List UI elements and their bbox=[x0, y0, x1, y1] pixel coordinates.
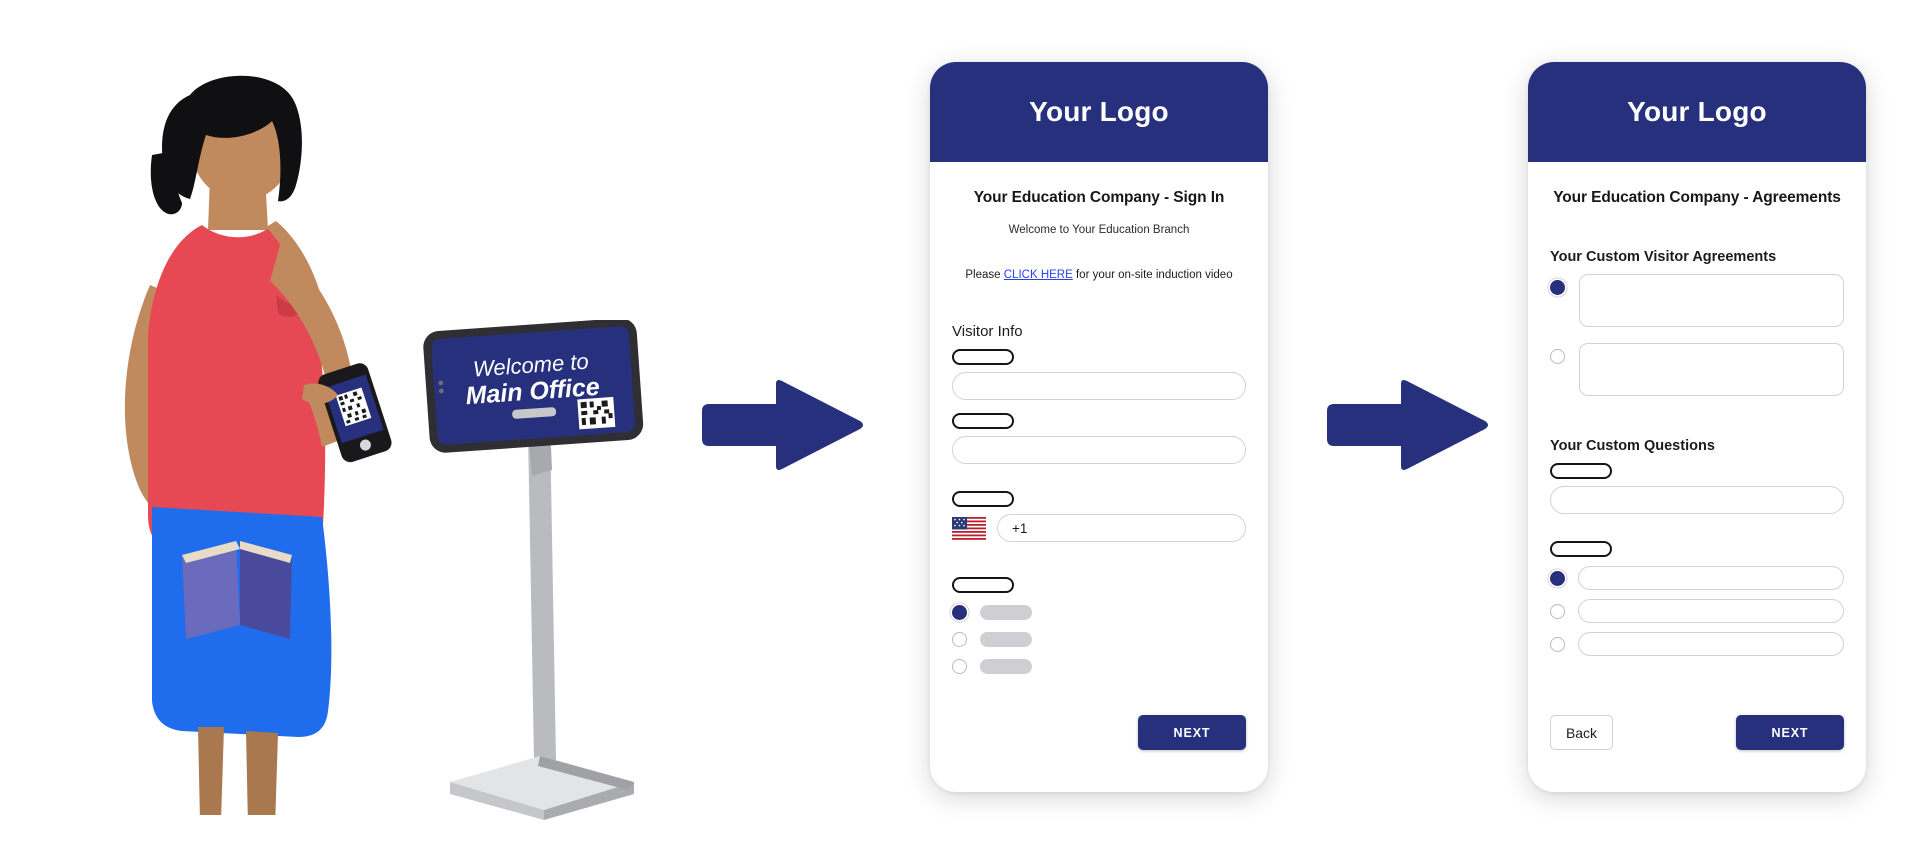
agreement-text-box[interactable] bbox=[1579, 274, 1844, 327]
agreement-text-box[interactable] bbox=[1579, 343, 1844, 396]
visitor-info-heading: Visitor Info bbox=[952, 323, 1023, 340]
field-label-placeholder bbox=[952, 413, 1014, 429]
radio-option[interactable] bbox=[952, 632, 1246, 647]
question-option-box[interactable] bbox=[1578, 599, 1844, 623]
signin-form-subtitle: Welcome to Your Education Branch bbox=[1008, 224, 1190, 236]
radio-option-list bbox=[952, 605, 1246, 674]
signin-button-bar: NEXT bbox=[952, 715, 1246, 750]
agreements-form-title: Your Education Company - Agreements bbox=[1553, 189, 1841, 206]
induction-suffix: for your on-site induction video bbox=[1072, 269, 1233, 281]
agreement-radio-selected[interactable] bbox=[1550, 280, 1565, 295]
signin-header: Your Logo bbox=[930, 62, 1268, 162]
agreement-item[interactable] bbox=[1550, 274, 1844, 327]
radio-question-label-placeholder bbox=[952, 577, 1014, 593]
visitor-field-2-input[interactable] bbox=[952, 436, 1246, 464]
phone-card-agreements: Your Logo Your Education Company - Agree… bbox=[1528, 62, 1866, 792]
signin-form-title: Your Education Company - Sign In bbox=[973, 189, 1225, 206]
question-radio-label-placeholder bbox=[1550, 541, 1612, 557]
radio-option-label-placeholder bbox=[980, 632, 1032, 647]
radio-button-selected[interactable] bbox=[952, 605, 967, 620]
visitor-radio-question bbox=[952, 577, 1246, 686]
agreement-radio[interactable] bbox=[1550, 349, 1565, 364]
phone-number-row: +1 bbox=[952, 514, 1246, 542]
question-text-field bbox=[1550, 463, 1844, 514]
radio-option-label-placeholder bbox=[980, 605, 1032, 620]
agreements-logo-title: Your Logo bbox=[1627, 96, 1767, 127]
agreement-item[interactable] bbox=[1550, 343, 1844, 396]
radio-button[interactable] bbox=[952, 632, 967, 647]
question-radio[interactable] bbox=[1550, 603, 1565, 619]
flow-arrow-1 bbox=[700, 378, 865, 473]
radio-button[interactable] bbox=[952, 659, 967, 674]
visitor-phone-field: +1 bbox=[952, 491, 1246, 542]
agreements-next-button[interactable]: NEXT bbox=[1736, 715, 1844, 750]
visitor-field-2 bbox=[952, 413, 1246, 464]
flow-arrow-2 bbox=[1325, 378, 1490, 473]
question-option[interactable] bbox=[1550, 632, 1844, 656]
visitor-field-1-input[interactable] bbox=[952, 372, 1246, 400]
phone-card-signin: Your Logo Your Education Company - Sign … bbox=[930, 62, 1268, 792]
agreements-button-bar: Back NEXT bbox=[1550, 715, 1844, 750]
signin-body: Your Education Company - Sign In Welcome… bbox=[930, 162, 1268, 792]
induction-video-link[interactable]: CLICK HERE bbox=[1004, 269, 1073, 281]
custom-agreements-heading: Your Custom Visitor Agreements bbox=[1550, 249, 1777, 265]
agreements-back-button[interactable]: Back bbox=[1550, 715, 1613, 750]
phone-label-placeholder bbox=[952, 491, 1014, 507]
visitor-illustration bbox=[90, 55, 400, 815]
radio-option[interactable] bbox=[952, 605, 1246, 620]
question-option-list bbox=[1550, 566, 1844, 656]
agreements-body: Your Education Company - Agreements Your… bbox=[1528, 162, 1866, 792]
question-radio-selected[interactable] bbox=[1550, 570, 1565, 586]
signin-logo-title: Your Logo bbox=[1029, 96, 1169, 127]
radio-option-label-placeholder bbox=[980, 659, 1032, 674]
signin-next-button[interactable]: NEXT bbox=[1138, 715, 1246, 750]
question-radio[interactable] bbox=[1550, 636, 1565, 652]
custom-questions-heading: Your Custom Questions bbox=[1550, 438, 1715, 454]
visitor-field-1 bbox=[952, 349, 1246, 400]
agreements-header: Your Logo bbox=[1528, 62, 1866, 162]
radio-option[interactable] bbox=[952, 659, 1246, 674]
question-option[interactable] bbox=[1550, 599, 1844, 623]
question-text-input[interactable] bbox=[1550, 486, 1844, 514]
question-label-placeholder bbox=[1550, 463, 1612, 479]
screenshot-stage: Welcome to Main Office Your Logo Your Ed… bbox=[0, 0, 1920, 854]
field-label-placeholder bbox=[952, 349, 1014, 365]
induction-video-line: Please CLICK HERE for your on-site induc… bbox=[952, 269, 1246, 281]
question-option-box[interactable] bbox=[1578, 566, 1844, 590]
question-option[interactable] bbox=[1550, 566, 1844, 590]
us-flag-icon[interactable] bbox=[952, 516, 986, 540]
induction-prefix: Please bbox=[965, 269, 1004, 281]
phone-prefix-input[interactable]: +1 bbox=[997, 514, 1246, 542]
question-option-box[interactable] bbox=[1578, 632, 1844, 656]
kiosk-illustration: Welcome to Main Office bbox=[420, 320, 660, 820]
question-radio-group bbox=[1550, 541, 1844, 665]
